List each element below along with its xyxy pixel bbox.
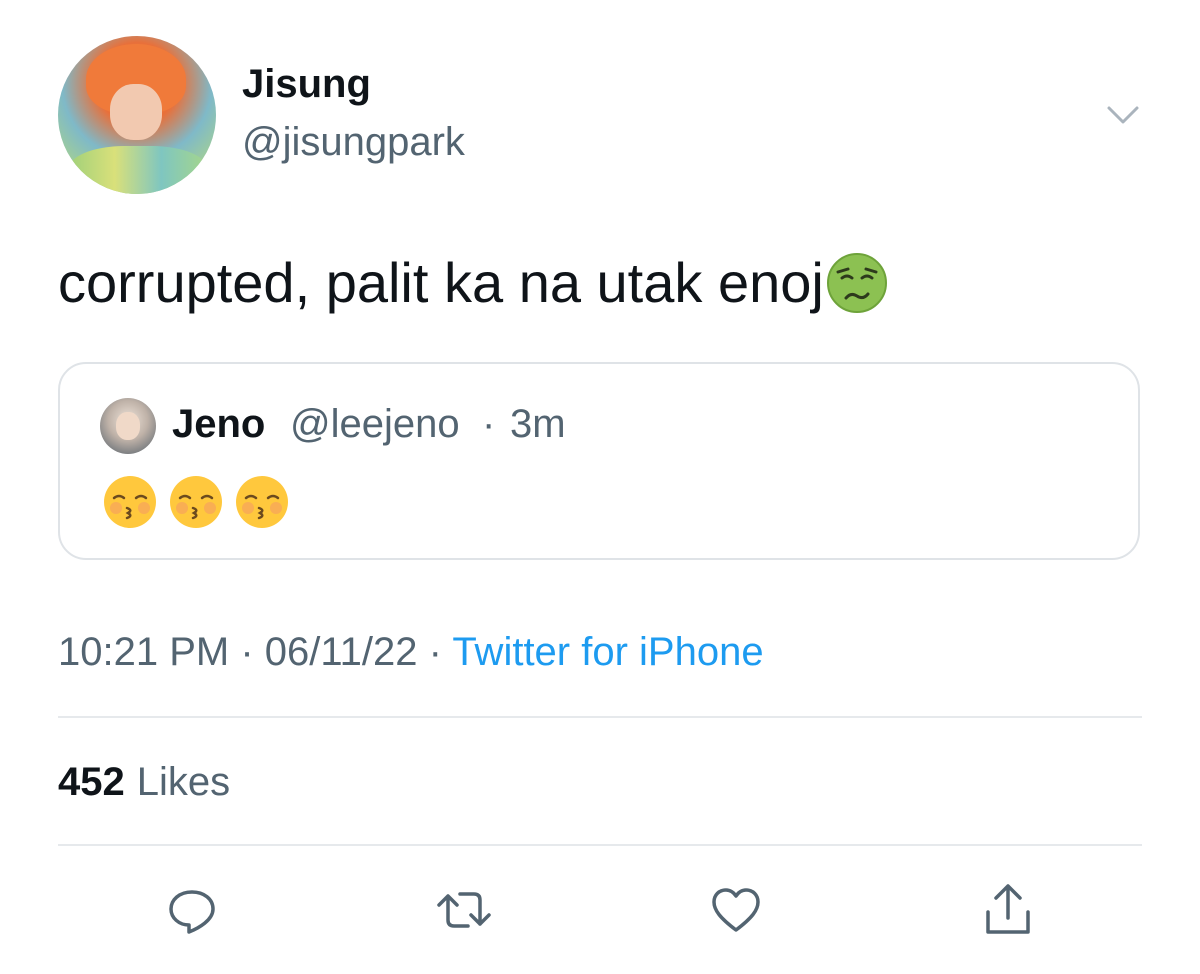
meta-separator-2: · xyxy=(417,630,453,674)
avatar-face xyxy=(110,84,162,140)
chevron-down-icon[interactable] xyxy=(1106,104,1140,126)
likes-count: 452 xyxy=(58,760,125,804)
reply-button[interactable] xyxy=(162,880,222,940)
likes-label: Likes xyxy=(136,760,231,804)
retweet-icon xyxy=(437,892,491,928)
tweet-source-link[interactable]: Twitter for iPhone xyxy=(452,630,763,674)
quoted-author-avatar[interactable] xyxy=(100,398,156,454)
divider xyxy=(58,844,1142,846)
quoted-separator: · xyxy=(482,402,496,446)
kissing-face-closed-eyes-icon xyxy=(236,476,288,528)
reply-icon xyxy=(169,890,215,934)
likes-stat[interactable]: 452 Likes xyxy=(58,760,230,805)
quoted-author-name[interactable]: Jeno xyxy=(172,402,265,447)
kissing-face-closed-eyes-icon xyxy=(170,476,222,528)
tweet-meta: 10:21 PM · 06/11/22 · Twitter for iPhone xyxy=(58,630,764,675)
tweet-body: corrupted, palit ka na utak enoj xyxy=(58,251,824,314)
share-icon xyxy=(986,884,1030,934)
nauseated-face-icon xyxy=(826,253,887,313)
like-button[interactable] xyxy=(706,880,766,940)
divider xyxy=(58,716,1142,718)
quoted-tweet-text xyxy=(102,474,290,530)
quoted-tweet-card[interactable] xyxy=(58,362,1140,560)
meta-separator: · xyxy=(229,630,265,674)
quoted-avatar-face xyxy=(116,412,140,440)
tweet-text: corrupted, palit ka na utak enoj xyxy=(58,250,888,315)
kissing-face-closed-eyes-icon xyxy=(104,476,156,528)
tweet-time[interactable]: 10:21 PM xyxy=(58,630,229,674)
quoted-timestamp[interactable]: 3m xyxy=(510,402,566,447)
avatar-shirt xyxy=(68,146,208,194)
quoted-author-handle[interactable]: @leejeno xyxy=(290,402,460,447)
like-icon xyxy=(712,888,760,932)
author-handle[interactable]: @jisungpark xyxy=(242,120,465,165)
author-name[interactable]: Jisung xyxy=(242,62,371,107)
share-button[interactable] xyxy=(978,880,1038,940)
retweet-button[interactable] xyxy=(434,880,494,940)
tweet-date[interactable]: 06/11/22 xyxy=(265,630,418,674)
author-avatar[interactable] xyxy=(58,36,216,194)
